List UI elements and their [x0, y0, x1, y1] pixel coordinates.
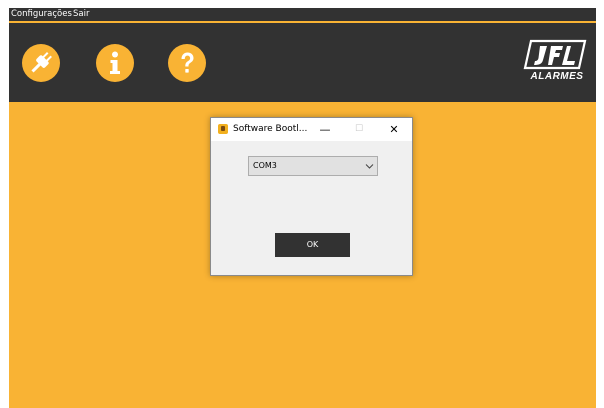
com-port-value: COM3 — [253, 161, 277, 170]
logo-brand-text: ALARMES — [530, 71, 584, 82]
jfl-logo-mark-icon — [523, 39, 587, 70]
close-button[interactable]: ✕ — [379, 118, 409, 141]
com-port-select[interactable]: COM3 — [248, 156, 378, 176]
ok-button[interactable]: OK — [275, 233, 350, 257]
connect-button[interactable] — [22, 44, 60, 82]
chevron-down-icon — [365, 164, 374, 169]
help-button[interactable] — [168, 44, 206, 82]
plug-icon — [31, 52, 52, 73]
menu-sair[interactable]: Sair — [73, 8, 89, 21]
minimize-button[interactable]: — — [310, 118, 340, 141]
help-question-icon — [181, 52, 194, 73]
maximize-button: ☐ — [354, 124, 364, 134]
bootloader-dialog: Software Bootl... — ☐ ✕ COM3 OK — [210, 117, 413, 276]
toolbar: ALARMES — [9, 23, 596, 102]
menu-bar: Configurações Sair — [9, 8, 596, 22]
menu-configuracoes[interactable]: Configurações — [11, 8, 72, 21]
info-button[interactable] — [96, 44, 134, 82]
info-icon — [110, 51, 120, 74]
dialog-title: Software Bootl... — [233, 124, 308, 134]
jfl-logo: ALARMES — [523, 38, 591, 86]
app-icon — [218, 124, 228, 134]
dialog-title-bar[interactable]: Software Bootl... — ☐ ✕ — [211, 118, 412, 141]
